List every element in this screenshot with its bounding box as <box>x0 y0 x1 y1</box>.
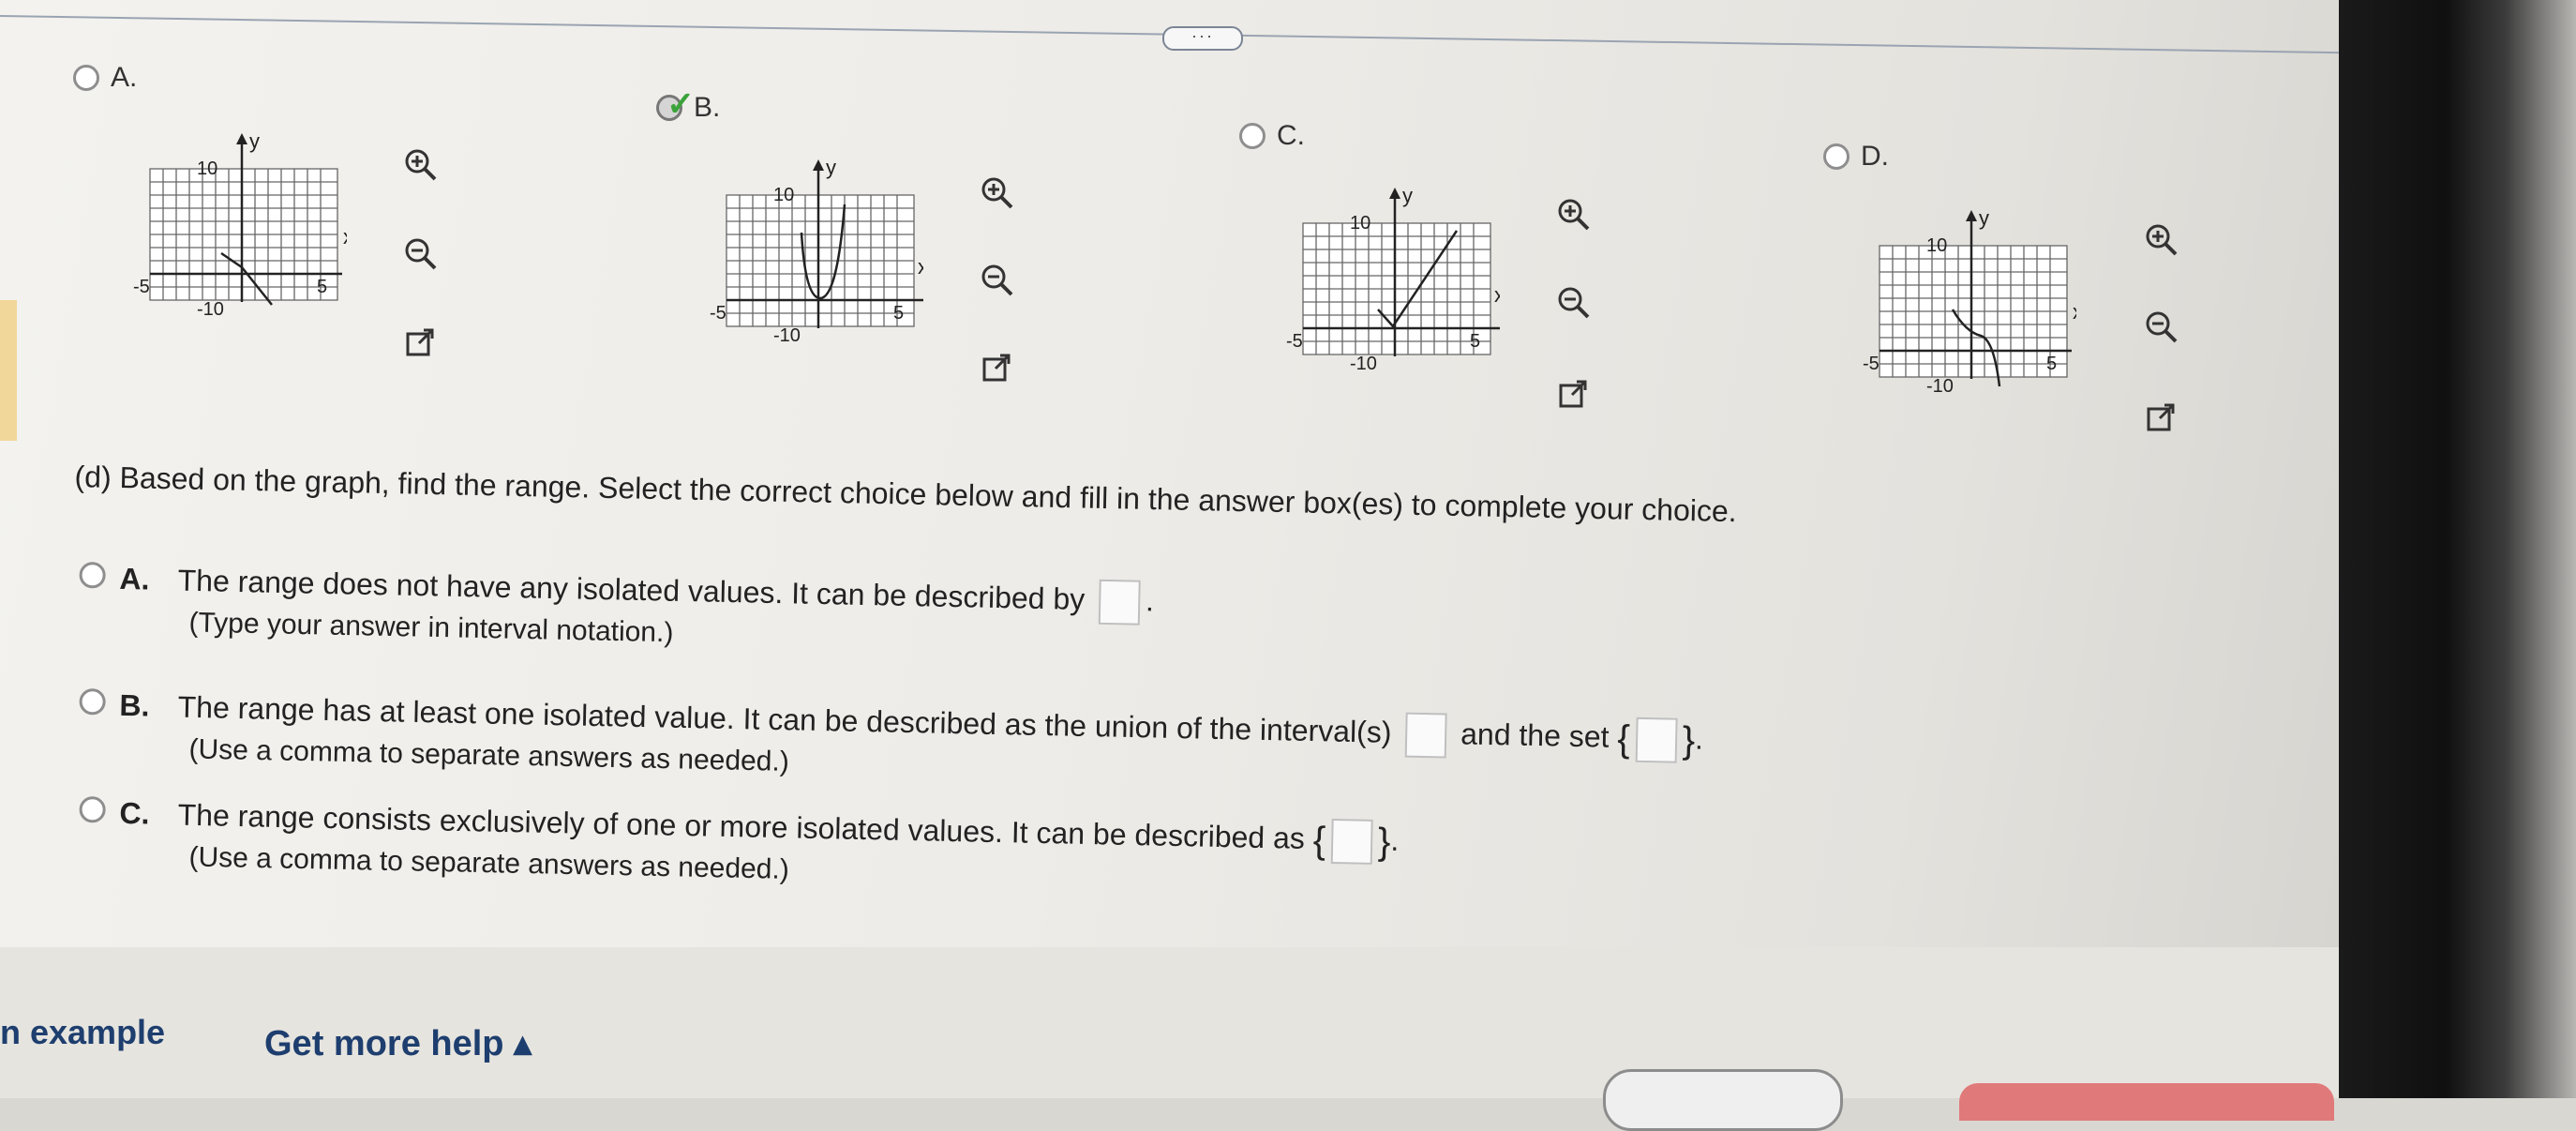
choice-c[interactable]: C. The range consists exclusively of one… <box>78 792 1400 898</box>
tick-label: -10 <box>773 325 801 345</box>
radio-choice-a[interactable] <box>79 562 106 590</box>
tick-label: 5 <box>893 303 904 324</box>
screen: ··· A. ✓ B. C. D. y x 10 -10 <box>0 0 2428 1131</box>
zoom-out-icon[interactable] <box>401 234 439 272</box>
open-external-icon[interactable] <box>978 349 1015 386</box>
x-axis-label: x <box>343 225 347 249</box>
tick-label: -10 <box>1350 354 1377 373</box>
tick-label: -5 <box>1863 354 1880 374</box>
tick-label: 5 <box>2046 354 2057 374</box>
set-answer-box[interactable] <box>1635 716 1678 763</box>
radio-choice-b[interactable] <box>79 688 106 716</box>
choice-letter: A. <box>119 562 150 597</box>
graph-b: y x 10 -10 -5 5 <box>708 156 948 346</box>
brace-open: { <box>1616 717 1631 761</box>
answer-box[interactable] <box>1098 579 1141 626</box>
x-axis-label: x <box>918 255 923 279</box>
open-external-icon[interactable] <box>2142 399 2179 436</box>
tick-label: -5 <box>1286 331 1303 352</box>
graph-option-b[interactable]: ✓ B. <box>656 84 721 124</box>
view-example-link[interactable]: n example <box>0 1013 165 1052</box>
graph-d: y x 10 -10 -5 5 <box>1861 206 2083 397</box>
y-axis-label: y <box>826 158 836 179</box>
side-tab <box>0 300 17 441</box>
radio-a[interactable] <box>73 65 99 91</box>
graph-c: y x 10 -10 -5 5 <box>1284 184 1524 374</box>
x-axis-label: x <box>1494 283 1500 307</box>
zoom-out-icon[interactable] <box>2142 308 2179 345</box>
option-letter: C. <box>1277 120 1305 151</box>
y-axis-label: y <box>1402 186 1413 207</box>
zoom-out-icon[interactable] <box>978 261 1015 298</box>
tick-label: 5 <box>317 277 327 297</box>
monitor-bezel <box>2339 0 2576 1098</box>
interval-answer-box[interactable] <box>1404 712 1447 759</box>
zoom-in-icon[interactable] <box>1554 195 1592 233</box>
get-more-help-link[interactable]: Get more help ▴ <box>264 1022 532 1064</box>
tick-label: 10 <box>1926 235 1947 256</box>
option-letter: B. <box>694 92 721 123</box>
radio-choice-c[interactable] <box>79 796 106 824</box>
option-letter: D. <box>1861 141 1889 172</box>
open-external-icon[interactable] <box>1554 375 1592 413</box>
zoom-out-icon[interactable] <box>1554 283 1592 321</box>
choice-punct: . <box>1694 721 1704 756</box>
graph-option-c[interactable]: C. <box>1239 120 1305 152</box>
choice-hint: (Type your answer in interval notation.) <box>188 607 674 649</box>
tick-label: 5 <box>1470 331 1480 352</box>
graph-option-a[interactable]: A. <box>73 62 137 94</box>
checkmark-icon: ✓ <box>666 84 696 123</box>
brace-open: { <box>1312 820 1326 862</box>
zoom-in-icon[interactable] <box>401 145 439 183</box>
y-axis-label: y <box>1979 208 1989 230</box>
choice-letter: C. <box>119 796 150 832</box>
set-answer-box[interactable] <box>1330 818 1373 865</box>
more-button[interactable]: ··· <box>1162 26 1243 51</box>
tick-label: -10 <box>1926 376 1954 396</box>
choice-a[interactable]: A. The range does not have any isolated … <box>78 558 1154 659</box>
choice-punct: . <box>1145 583 1155 618</box>
tick-label: 10 <box>1350 213 1370 234</box>
choice-punct: . <box>1390 822 1400 857</box>
brace-close: } <box>1682 719 1696 762</box>
open-external-icon[interactable] <box>401 324 439 361</box>
tick-label: -5 <box>710 303 726 324</box>
choice-letter: B. <box>119 688 150 724</box>
y-axis-label: y <box>249 131 260 153</box>
zoom-in-icon[interactable] <box>2142 220 2179 258</box>
zoom-in-icon[interactable] <box>978 173 1015 211</box>
tick-label: 10 <box>197 158 217 179</box>
choice-text-mid: and the set <box>1460 716 1610 754</box>
brace-close: } <box>1377 821 1391 863</box>
option-letter: A. <box>111 62 138 93</box>
question-prompt: (d) Based on the graph, find the range. … <box>74 460 1738 529</box>
x-axis-label: x <box>2073 300 2076 324</box>
radio-d[interactable] <box>1823 143 1850 170</box>
tick-label: -5 <box>133 277 150 297</box>
graph-a: y x 10 -10 -5 5 <box>131 129 353 320</box>
tick-label: 10 <box>773 185 794 205</box>
choice-b[interactable]: B. The range has at least one isolated v… <box>78 685 1703 797</box>
choice-text: The range does not have any isolated val… <box>177 563 1086 616</box>
footer-pill-button[interactable] <box>1603 1069 1843 1131</box>
graph-option-d[interactable]: D. <box>1823 141 1889 173</box>
radio-c[interactable] <box>1239 123 1266 149</box>
radio-b[interactable]: ✓ <box>656 84 695 123</box>
tick-label: -10 <box>197 299 224 319</box>
footer-red-button[interactable] <box>1959 1083 2334 1121</box>
